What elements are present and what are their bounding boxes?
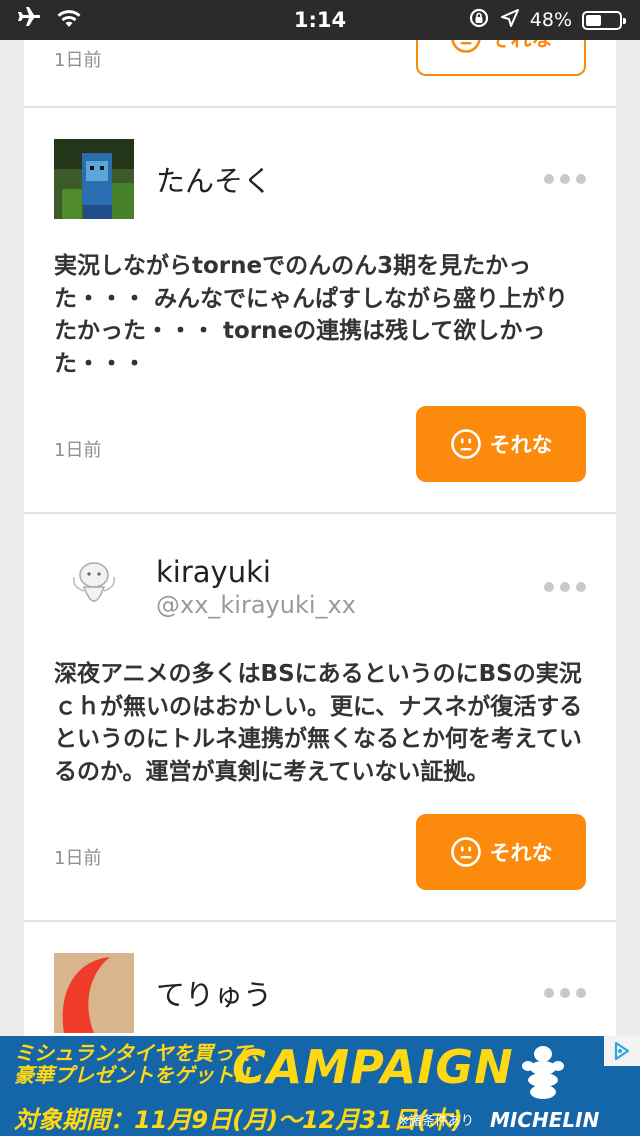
post-body: 深夜アニメの多くはBSにあるというのにBSの実況ｃｈが無いのはおかしい。更に、ナ…	[54, 661, 583, 785]
post-time: 1日前	[54, 848, 102, 869]
battery-percent: 48%	[529, 9, 572, 31]
avatar[interactable]	[54, 547, 134, 627]
ad-banner[interactable]: ミシュランタイヤを買って、 豪華プレゼントをゲット!! CAMPAIGN 対象期…	[0, 1036, 640, 1136]
username[interactable]: kirayuki	[156, 555, 356, 589]
status-bar: 1:14 48%	[0, 0, 640, 40]
more-options-button[interactable]	[544, 174, 586, 184]
sorena-button[interactable]: それな	[416, 814, 586, 890]
location-icon	[500, 8, 520, 33]
avatar[interactable]	[54, 139, 134, 219]
comment-card: 1日前 それな	[24, 0, 616, 108]
ad-brand: MICHELIN	[490, 1108, 600, 1132]
wifi-icon	[56, 8, 82, 33]
username[interactable]: てりゅう	[156, 972, 272, 1014]
ad-period: 対象期間：11月9日(月)〜12月31日(木)	[14, 1106, 463, 1134]
battery-icon	[582, 10, 626, 30]
comment-card: kirayuki @xx_kirayuki_xx 深夜アニメの多くはBSにあると…	[24, 514, 616, 922]
post-time: 1日前	[54, 50, 102, 71]
straight-face-icon	[450, 429, 481, 459]
username[interactable]: たんそく	[156, 158, 272, 200]
sorena-label: それな	[489, 433, 553, 457]
more-options-button[interactable]	[544, 582, 586, 592]
rotation-lock-icon	[468, 7, 490, 34]
sorena-button[interactable]: それな	[416, 406, 586, 482]
straight-face-icon	[450, 837, 481, 867]
comment-card: たんそく 実況しながらtorneでのんのん3期を見たかった・・・ みんなでにゃん…	[24, 108, 616, 514]
post-body: 実況しながらtorneでのんのん3期を見たかった・・・ みんなでにゃんぱすしなが…	[54, 253, 569, 377]
ad-choices-icon[interactable]	[604, 1036, 640, 1066]
more-options-button[interactable]	[544, 988, 586, 998]
ad-headline: CAMPAIGN	[232, 1040, 514, 1094]
post-time: 1日前	[54, 440, 102, 461]
comment-feed[interactable]: 1日前 それな たんそく 実況しながらtorneでのんのん3期を見たかった・・・…	[24, 0, 616, 1062]
ad-note: ※諸条件あり	[398, 1114, 474, 1129]
sorena-label: それな	[489, 841, 553, 865]
airplane-mode-icon	[16, 6, 41, 34]
michelin-mascot-icon	[522, 1046, 564, 1099]
avatar[interactable]	[54, 953, 134, 1033]
user-handle[interactable]: @xx_kirayuki_xx	[156, 591, 356, 619]
